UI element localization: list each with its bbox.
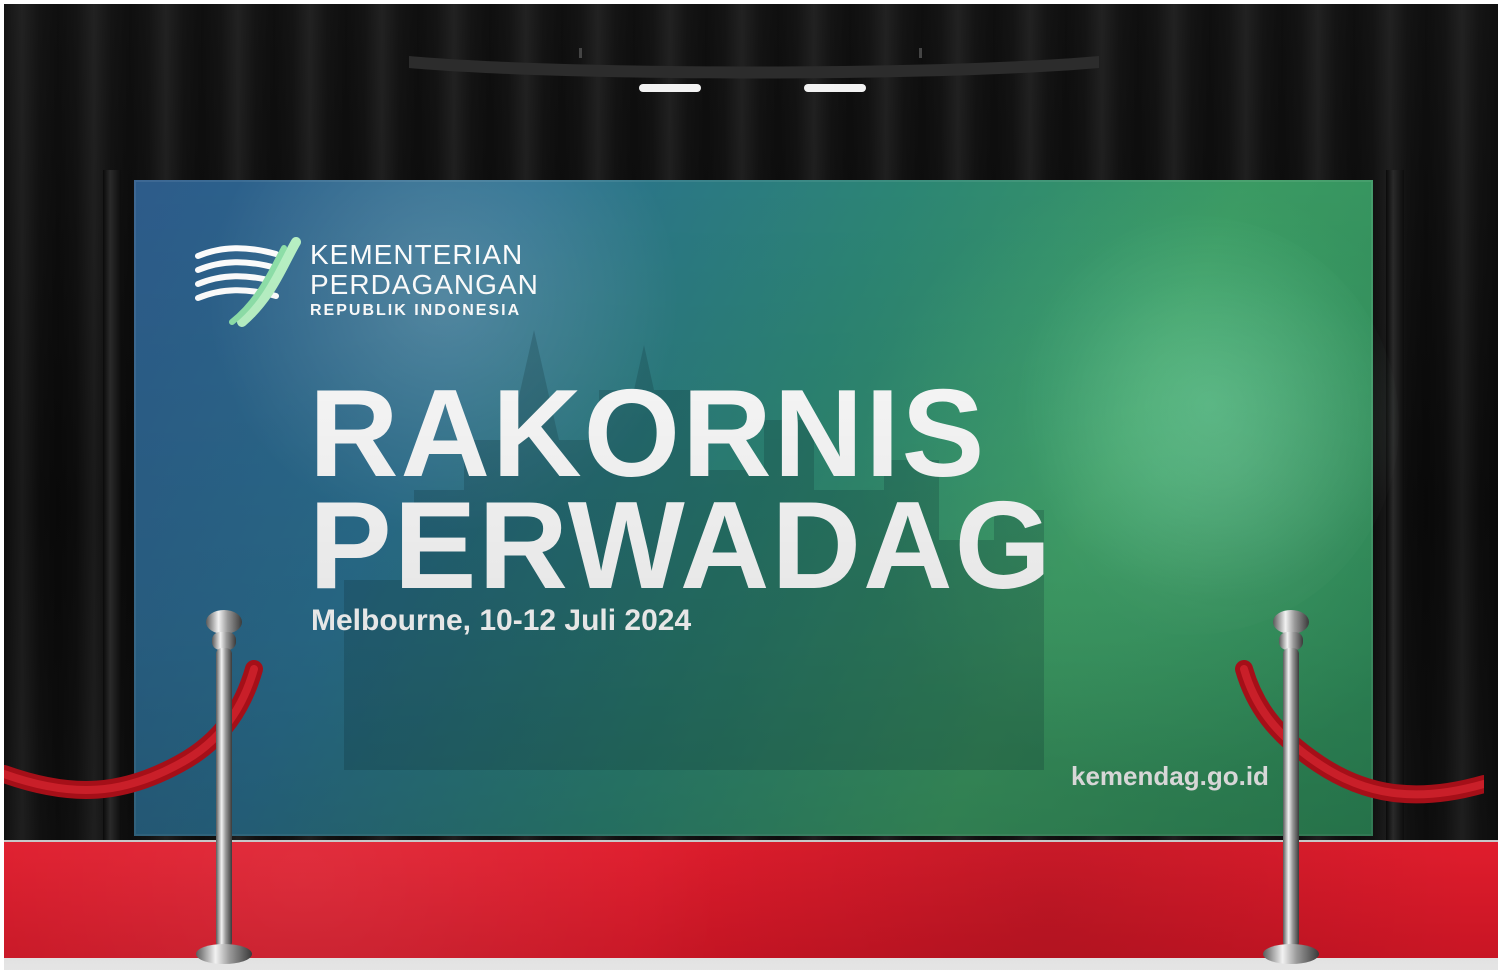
event-title-line-2: PERWADAG	[309, 477, 1054, 615]
logo-line-2: PERDAGANGAN	[310, 269, 539, 300]
event-title-line-1: RAKORNIS	[309, 365, 987, 503]
logo-line-3: REPUBLIK INDONESIA	[310, 302, 522, 319]
logo-line-1: KEMENTERIAN	[310, 239, 524, 270]
left-stanchion-post	[196, 610, 252, 964]
ministry-logo-text: KEMENTERIAN PERDAGANGAN REPUBLIK INDONES…	[310, 240, 539, 320]
ceiling-light-bar	[399, 48, 1109, 92]
right-stanchion-post	[1263, 610, 1319, 964]
event-backdrop-photo: KEMENTERIAN PERDAGANGAN REPUBLIK INDONES…	[4, 4, 1498, 970]
event-title: RAKORNIS PERWADAG	[309, 365, 1054, 615]
left-velvet-rope	[4, 660, 263, 800]
ministry-emblem-icon	[195, 237, 301, 327]
ministry-logo: KEMENTERIAN PERDAGANGAN REPUBLIK INDONES…	[192, 236, 572, 336]
event-location-date: Melbourne, 10-12 Juli 2024	[311, 604, 692, 637]
